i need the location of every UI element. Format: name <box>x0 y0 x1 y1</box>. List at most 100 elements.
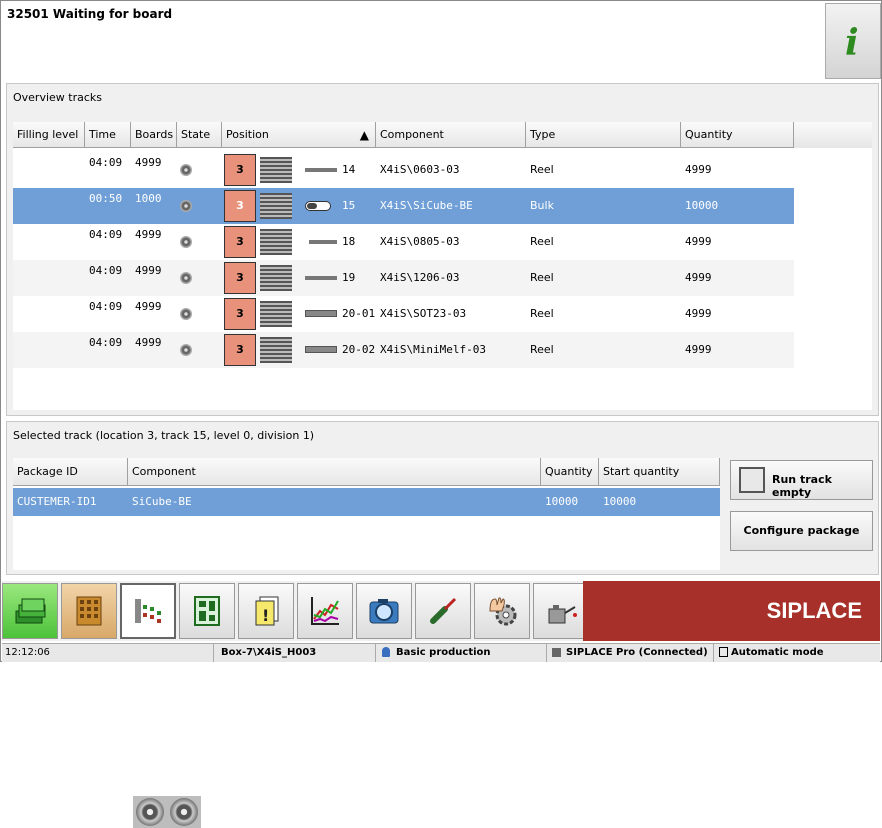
type: Reel <box>530 271 554 284</box>
selected-track-title: Selected track (location 3, track 15, le… <box>13 429 315 442</box>
type: Reel <box>530 343 554 356</box>
component: X4iS\0805-03 <box>380 235 460 248</box>
reel-state-icon <box>180 164 192 176</box>
package-row[interactable]: CUSTEMER-ID1 SiCube-BE 10000 10000 <box>13 488 720 516</box>
statistics-button[interactable] <box>297 583 353 639</box>
main-toolbar: ! SIPLACE <box>2 581 880 641</box>
col-type[interactable]: Type <box>526 122 681 148</box>
track-number: 20-01 <box>342 307 376 320</box>
quantity: 4999 <box>685 307 712 320</box>
service-button[interactable] <box>415 583 471 639</box>
package-component: SiCube-BE <box>132 495 192 508</box>
reel-icons-preview <box>133 796 201 828</box>
overview-table: Filling level Time Boards State Position… <box>13 122 872 410</box>
track-view-icon <box>135 599 161 623</box>
documents-warning-icon: ! <box>255 596 279 626</box>
track-row[interactable]: 04:09 4999 3 20-02 X4iS\MiniMelf-03 Reel 4999 <box>13 332 794 368</box>
col-quantity[interactable]: Quantity <box>681 122 794 148</box>
run-track-empty-checkbox[interactable] <box>739 467 765 493</box>
package-quantity: 10000 <box>545 495 579 508</box>
board-button[interactable] <box>179 583 235 639</box>
operation-mode-label: Automatic mode <box>731 647 824 658</box>
quantity: 4999 <box>685 235 712 248</box>
col-package-quantity[interactable]: Quantity <box>541 458 599 486</box>
location-box: 3 <box>224 262 256 294</box>
setup-button[interactable] <box>61 583 117 639</box>
connection-icon <box>552 647 561 657</box>
boards: 1000 <box>135 192 162 205</box>
package-table-header: Package ID Component Quantity Start quan… <box>13 458 720 486</box>
status-bar: 12:12:06 Box-7\X4iS_H003 Basic productio… <box>2 643 880 662</box>
automatic-mode-icon <box>719 647 728 657</box>
col-position-label: Position <box>226 128 269 141</box>
col-component[interactable]: Component <box>376 122 526 148</box>
type: Bulk <box>530 199 554 212</box>
hand-gear-icon <box>489 597 517 626</box>
reel-state-icon <box>180 236 192 248</box>
tracks-button[interactable] <box>120 583 176 639</box>
col-filling-level[interactable]: Filling level <box>13 122 85 148</box>
reel-state-icon <box>180 308 192 320</box>
col-package-component[interactable]: Component <box>128 458 541 486</box>
feeder-track-icon <box>305 276 337 280</box>
track-row[interactable]: 04:09 4999 3 18 X4iS\0805-03 Reel 4999 <box>13 224 794 260</box>
track-row[interactable]: 04:09 4999 3 20-01 X4iS\SOT23-03 Reel 4999 <box>13 296 794 332</box>
track-row[interactable]: 04:09 4999 3 14 X4iS\0603-03 Reel 4999 <box>13 152 794 188</box>
header-bar: 32501 Waiting for board i <box>2 2 881 80</box>
run-track-empty-button[interactable]: Run track empty <box>730 460 873 500</box>
location-box: 3 <box>224 334 256 366</box>
time: 04:09 <box>89 264 123 277</box>
board-layout-icon <box>194 596 220 626</box>
grid-board-icon <box>76 596 102 626</box>
trend-chart-icon <box>311 597 339 625</box>
component: X4iS\SiCube-BE <box>380 199 473 212</box>
quantity: 4999 <box>685 271 712 284</box>
feeder-track-icon <box>305 346 337 353</box>
package-id: CUSTEMER-ID1 <box>17 495 97 508</box>
col-start-quantity[interactable]: Start quantity <box>599 458 720 486</box>
time: 04:09 <box>89 336 123 349</box>
boards: 4999 <box>135 336 162 349</box>
component: X4iS\1206-03 <box>380 271 460 284</box>
vision-button[interactable] <box>356 583 412 639</box>
reel-icon <box>170 798 198 826</box>
location-box: 3 <box>224 190 256 222</box>
manual-operation-button[interactable] <box>474 583 530 639</box>
component: X4iS\SOT23-03 <box>380 307 467 320</box>
package-start-quantity: 10000 <box>603 495 637 508</box>
track-number: 18 <box>342 235 356 248</box>
type: Reel <box>530 235 554 248</box>
track-row[interactable]: 00:50 1000 3 15 X4iS\SiCube-BE Bulk 10000 <box>13 188 794 224</box>
operation-mode: Automatic mode <box>716 644 880 662</box>
track-number: 19 <box>342 271 356 284</box>
oil-can-icon <box>548 605 577 624</box>
messages-button[interactable]: ! <box>238 583 294 639</box>
reel-state-icon <box>180 344 192 356</box>
configure-package-button[interactable]: Configure package <box>730 511 873 551</box>
quantity: 10000 <box>685 199 719 212</box>
component: X4iS\MiniMelf-03 <box>380 343 486 356</box>
time: 04:09 <box>89 300 123 313</box>
feeder-track-icon <box>305 168 337 172</box>
feeder-track-icon <box>305 310 337 317</box>
component: X4iS\0603-03 <box>380 163 460 176</box>
location-box: 3 <box>224 226 256 258</box>
type: Reel <box>530 307 554 320</box>
col-package-id[interactable]: Package ID <box>13 458 128 486</box>
run-track-empty-label: Run track empty <box>772 473 832 499</box>
time: 00:50 <box>89 192 123 205</box>
track-row[interactable]: 04:09 4999 3 19 X4iS\1206-03 Reel 4999 <box>13 260 794 296</box>
production-button[interactable] <box>2 583 58 639</box>
track-number: 20-02 <box>342 343 376 356</box>
track-ladder-icon <box>260 193 292 219</box>
col-position[interactable]: Position ▲ <box>222 122 376 148</box>
track-ladder-icon <box>260 229 292 255</box>
configure-package-label: Configure package <box>743 524 860 537</box>
overview-tracks-title: Overview tracks <box>13 91 103 104</box>
time: 04:09 <box>89 156 123 169</box>
production-mode-label: Basic production <box>396 647 491 658</box>
info-icon: i <box>845 22 859 61</box>
info-button[interactable]: i <box>825 3 881 79</box>
col-state[interactable]: State <box>177 122 222 148</box>
maintenance-button[interactable] <box>533 583 589 639</box>
